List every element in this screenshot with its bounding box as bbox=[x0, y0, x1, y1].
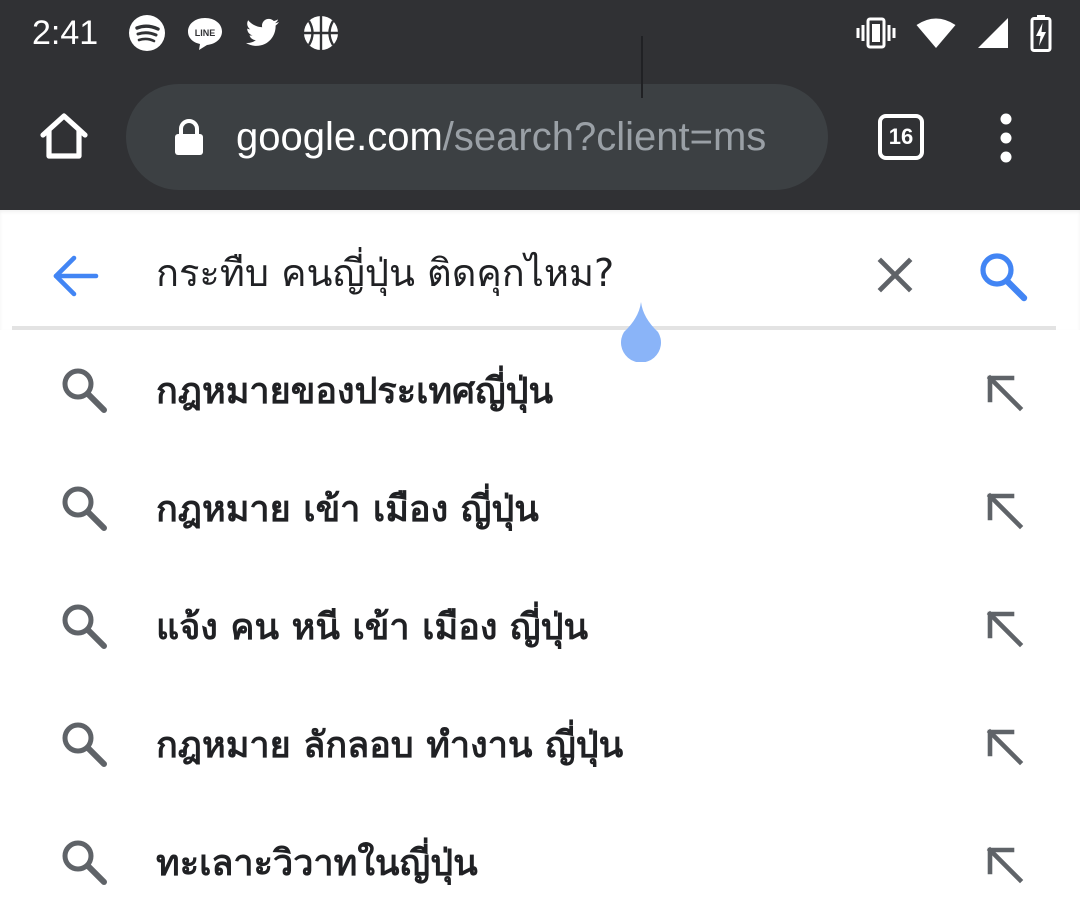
text-caret bbox=[641, 36, 643, 98]
basketball-icon bbox=[304, 16, 338, 50]
search-icon bbox=[62, 368, 107, 413]
fill-query-button[interactable] bbox=[978, 838, 1030, 890]
clear-button[interactable] bbox=[876, 256, 914, 294]
suggestion-text: กฎหมายของประเทศญี่ปุ่น bbox=[156, 371, 554, 412]
search-icon bbox=[62, 722, 107, 767]
url-text[interactable]: google.com/search?client=ms bbox=[236, 84, 766, 190]
url-path: /search?client=ms bbox=[442, 115, 767, 159]
twitter-icon bbox=[245, 18, 279, 46]
suggestion-list: กฎหมายของประเทศญี่ปุ่น กฎหมาย เข้า เมือง… bbox=[0, 334, 1080, 924]
search-icon bbox=[62, 604, 107, 649]
fill-query-button[interactable] bbox=[978, 484, 1030, 536]
search-icon bbox=[980, 253, 1028, 302]
fill-query-button[interactable] bbox=[978, 720, 1030, 772]
suggestion-item[interactable]: ทะเลาะวิวาทในญี่ปุ่น bbox=[0, 806, 1080, 924]
search-icon bbox=[62, 840, 107, 885]
suggestion-item[interactable]: กฎหมาย ลักลอบ ทำงาน ญี่ปุ่น bbox=[0, 688, 1080, 806]
vibrate-icon bbox=[856, 17, 896, 49]
suggestion-text: กฎหมาย ลักลอบ ทำงาน ญี่ปุ่น bbox=[156, 725, 624, 766]
home-button[interactable] bbox=[36, 108, 92, 164]
url-host: google.com bbox=[236, 115, 443, 159]
spotify-icon bbox=[129, 15, 165, 51]
signal-icon bbox=[978, 18, 1008, 48]
search-icon bbox=[62, 486, 107, 531]
arrow-up-left-icon bbox=[986, 492, 1024, 530]
lock-icon bbox=[175, 119, 203, 155]
system-icons bbox=[856, 12, 1052, 54]
search-divider bbox=[12, 326, 1056, 330]
notification-icons: LINE bbox=[128, 14, 340, 52]
browser-toolbar: google.com/search?client=ms 16 bbox=[0, 66, 1080, 210]
fill-query-button[interactable] bbox=[978, 366, 1030, 418]
url-bar[interactable]: google.com/search?client=ms bbox=[126, 84, 828, 190]
search-input[interactable] bbox=[156, 238, 846, 308]
back-arrow-icon bbox=[53, 255, 99, 297]
wifi-icon bbox=[916, 18, 956, 48]
status-bar: 2:41 LINE bbox=[0, 0, 1080, 66]
arrow-up-left-icon bbox=[986, 374, 1024, 412]
more-options-button[interactable] bbox=[988, 110, 1024, 166]
line-icon: LINE bbox=[188, 18, 222, 50]
close-icon bbox=[877, 257, 913, 293]
arrow-up-left-icon bbox=[986, 728, 1024, 766]
arrow-up-left-icon bbox=[986, 846, 1024, 884]
status-time: 2:41 bbox=[32, 14, 99, 52]
search-bar bbox=[0, 210, 1080, 330]
more-vert-icon bbox=[1000, 113, 1012, 163]
search-button[interactable] bbox=[976, 250, 1030, 304]
suggestion-item[interactable]: กฎหมายของประเทศญี่ปุ่น bbox=[0, 334, 1080, 452]
suggestion-item[interactable]: แจ้ง คน หนี เข้า เมือง ญี่ปุ่น bbox=[0, 570, 1080, 688]
suggestion-item[interactable]: กฎหมาย เข้า เมือง ญี่ปุ่น bbox=[0, 452, 1080, 570]
suggestion-text: ทะเลาะวิวาทในญี่ปุ่น bbox=[156, 843, 478, 884]
tab-switcher-button[interactable]: 16 bbox=[878, 114, 924, 160]
suggestion-text: แจ้ง คน หนี เข้า เมือง ญี่ปุ่น bbox=[156, 607, 589, 648]
suggestion-text: กฎหมาย เข้า เมือง ญี่ปุ่น bbox=[156, 489, 539, 530]
svg-text:LINE: LINE bbox=[195, 28, 216, 38]
fill-query-button[interactable] bbox=[978, 602, 1030, 654]
battery-charging-icon bbox=[1030, 15, 1052, 52]
back-button[interactable] bbox=[50, 252, 102, 300]
arrow-up-left-icon bbox=[986, 610, 1024, 648]
home-icon bbox=[40, 113, 88, 159]
